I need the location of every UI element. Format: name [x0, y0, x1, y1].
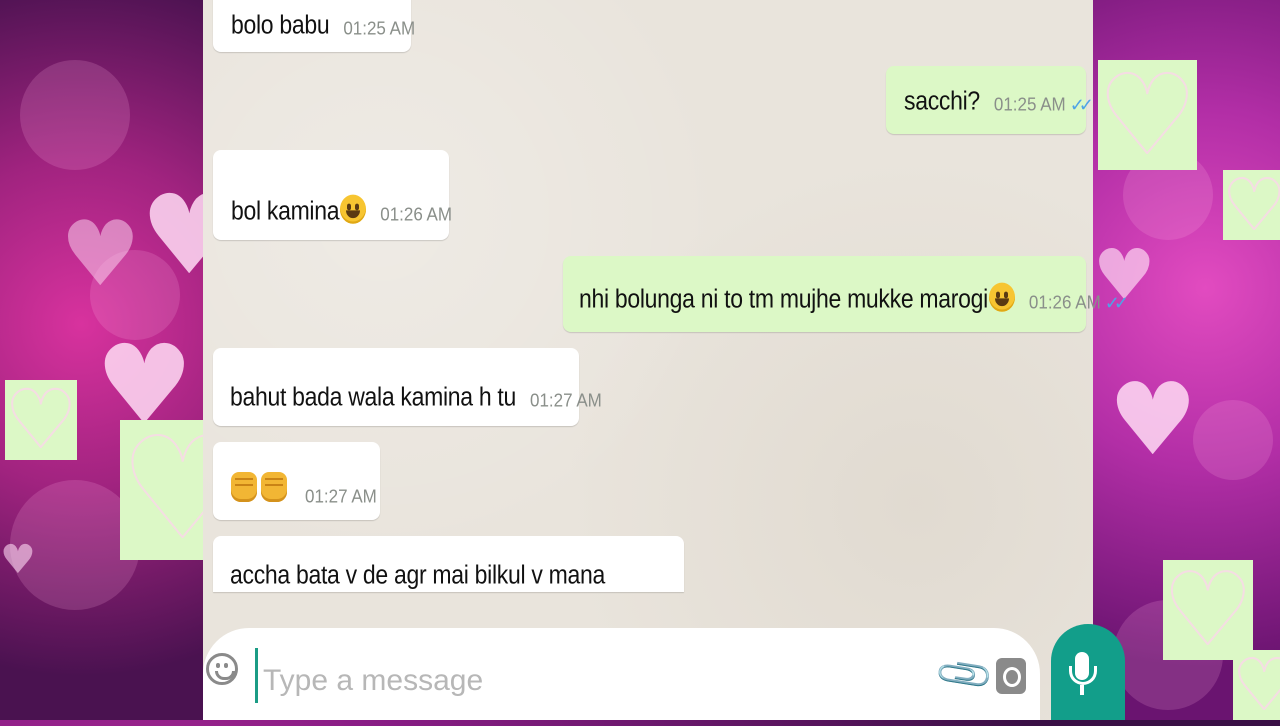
message-text: bol kamina [231, 194, 367, 226]
heart-icon: ♥ [60, 202, 141, 307]
message-incoming: bolo babu 01:25 AM [213, 0, 415, 52]
heart-icon: ♥ [0, 537, 36, 583]
bokeh-circle [1193, 400, 1273, 480]
paperclip-icon[interactable]: 📎 [932, 642, 997, 706]
message-incoming: 01:27 AM [213, 442, 380, 520]
message-outgoing: nhi bolunga ni to tm mujhe mukke marogi … [563, 256, 1129, 332]
read-receipt-icon: ✓✓ [1069, 95, 1094, 115]
message-time: 01:26 AM [1028, 292, 1101, 313]
camera-icon[interactable] [996, 658, 1026, 694]
microphone-icon [1069, 652, 1097, 695]
fist-bump-emoji-icon [231, 472, 257, 502]
heart-outline-icon: ♥ [4, 373, 78, 466]
heart-outline-icon: ♥ [1222, 169, 1280, 241]
laughing-emoji-icon [340, 194, 367, 224]
message-text: bolo babu [231, 9, 330, 39]
chat-area: bolo babu 01:25 AM sacchi? 01:25 AM ✓✓ b… [203, 0, 1129, 720]
grinning-emoji-icon [988, 282, 1015, 312]
message-time: 01:27 AM [305, 486, 377, 507]
heart-outline-icon: ♥ [1097, 51, 1198, 179]
message-text: accha bata v de agr mai bilkul v mana [230, 559, 605, 589]
message-incoming: bol kamina 01:26 AM [213, 150, 453, 240]
mic-button[interactable] [1051, 624, 1125, 720]
message-incoming: accha bata v de agr mai bilkul v mana [213, 536, 684, 592]
read-receipt-icon: ✓✓ [1104, 293, 1129, 313]
message-incoming: bahut bada wala kamina h tu 01:27 AM [213, 348, 602, 426]
message-outgoing: sacchi? 01:25 AM ✓✓ [886, 66, 1094, 134]
text-cursor [255, 648, 258, 703]
message-time: 01:26 AM [380, 204, 453, 225]
message-text: bahut bada wala kamina h tu [230, 381, 516, 411]
heart-outline-icon: ♥ [1232, 649, 1280, 721]
message-emoji [231, 472, 291, 508]
message-text: nhi bolunga ni to tm mujhe mukke marogi [579, 282, 1015, 314]
message-time: 01:27 AM [530, 390, 602, 411]
message-composer: 📎 [203, 628, 1040, 720]
message-input[interactable] [261, 658, 865, 704]
heart-icon: ♥ [1093, 234, 1156, 316]
smiley-icon[interactable] [206, 653, 238, 685]
bokeh-circle [20, 60, 130, 170]
fist-bump-emoji-icon [261, 472, 287, 502]
message-text: sacchi? [904, 85, 980, 115]
left-decorative-background: ♥ ♥ ♥ ♥ ♥ ♥ [0, 0, 247, 720]
message-time: 01:25 AM [343, 18, 416, 39]
right-decorative-background: ♥ ♥ ♥ ♥ ♥ ♥ [1093, 0, 1280, 721]
heart-icon: ♥ [1108, 361, 1198, 478]
message-time: 01:25 AM [993, 94, 1066, 115]
